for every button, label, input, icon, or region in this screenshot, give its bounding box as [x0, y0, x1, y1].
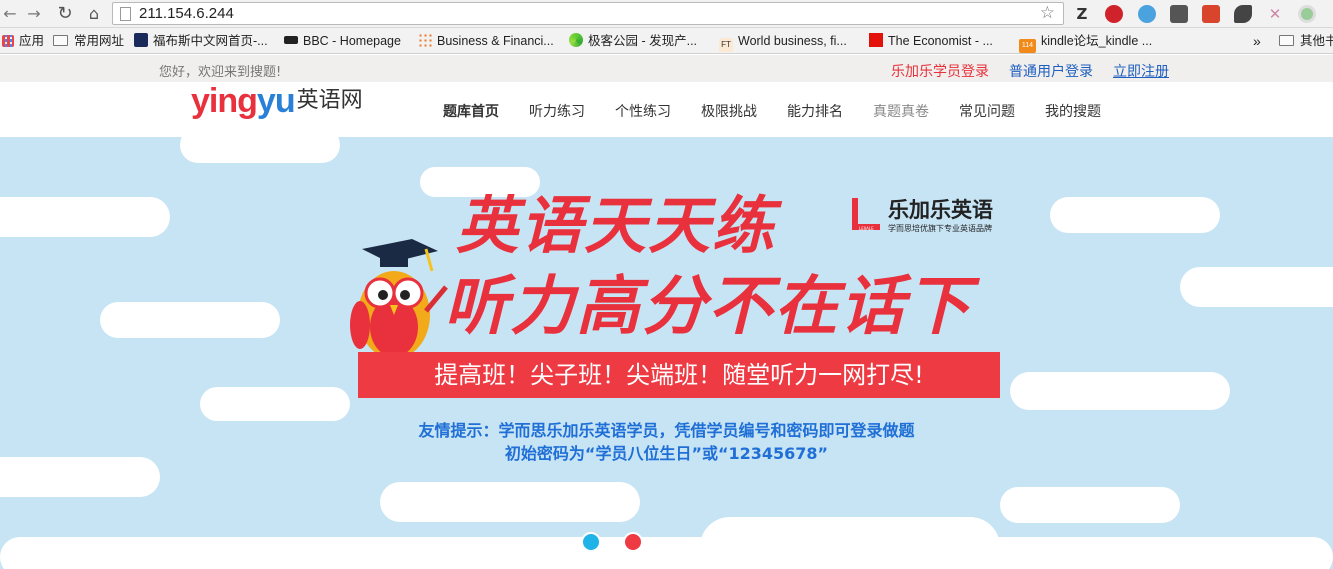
bookmark-label: The Economist - ... [888, 34, 993, 48]
nav-real-exams[interactable]: 真题真卷 [873, 101, 929, 121]
cloud-decoration [1050, 197, 1220, 233]
cloud-decoration [100, 302, 280, 338]
cloud-decoration [380, 482, 640, 522]
dots-icon [418, 33, 432, 47]
bookmark-bbc[interactable]: BBC - Homepage [284, 33, 401, 49]
adblock-icon[interactable] [1105, 5, 1123, 23]
cloud-decoration [1000, 487, 1180, 523]
folder-icon [53, 35, 68, 46]
owl-mascot-icon [350, 239, 448, 359]
banner-headline-2: 听力高分不在话下 [444, 270, 972, 344]
bookmark-label: 福布斯中文网首页-... [153, 34, 268, 48]
carousel-dot-1[interactable] [581, 532, 601, 552]
bookmarks-overflow-button[interactable]: » [1253, 33, 1261, 49]
bookmark-forbes[interactable]: 福布斯中文网首页-... [134, 33, 268, 49]
bookmark-folder-common[interactable]: 常用网址 [53, 33, 124, 49]
cloud-decoration [1010, 372, 1230, 410]
hero-banner[interactable]: 英语天天练 听力高分不在话下 乐加乐英语 学而思培优旗下专业英语品牌 LEJIA… [0, 137, 1333, 569]
reload-icon[interactable]: ↻ [55, 4, 75, 24]
economist-icon [869, 33, 883, 47]
brand-name: 乐加乐英语 [888, 198, 993, 222]
bookmark-label: kindle论坛_kindle ... [1041, 34, 1153, 48]
pen-extension-icon[interactable] [1234, 5, 1252, 23]
bookmark-ft[interactable]: FT World business, fi... [719, 33, 847, 52]
brand-subtitle: 学而思培优旗下专业英语品牌 [888, 224, 992, 233]
bookmark-economist[interactable]: The Economist - ... [869, 33, 993, 49]
ft-icon: FT [719, 38, 733, 52]
bookmark-label: World business, fi... [738, 34, 847, 48]
back-arrow-icon[interactable]: ← [0, 4, 20, 24]
cloud-decoration [180, 137, 340, 163]
logo-latin: yingyu [191, 82, 296, 120]
url-text[interactable]: 211.154.6.244 [139, 5, 234, 22]
page-icon [120, 7, 131, 21]
geekpark-icon [569, 33, 583, 47]
site-header: yingyu英语网 题库首页 听力练习 个性练习 极限挑战 能力排名 真题真卷 … [0, 82, 1333, 137]
bookmark-label: 常用网址 [74, 34, 125, 48]
bookmark-business[interactable]: Business & Financi... [418, 33, 554, 49]
url-field[interactable]: 211.154.6.244 ☆ [112, 2, 1064, 25]
status-circle-icon[interactable] [1298, 5, 1316, 23]
nav-challenge[interactable]: 极限挑战 [701, 101, 757, 121]
brand-logo: 乐加乐英语 学而思培优旗下专业英语品牌 LEJIALE [850, 194, 1010, 238]
extension-z-icon[interactable]: Z [1073, 5, 1091, 23]
extension-plus-icon[interactable] [1202, 5, 1220, 23]
bookmark-folder-other[interactable]: 其他书 [1279, 33, 1333, 49]
forbes-icon [134, 33, 148, 47]
evernote-icon[interactable] [1170, 5, 1188, 23]
bookmark-geekpark[interactable]: 极客公园 - 发现产... [569, 33, 697, 49]
home-icon[interactable]: ⌂ [84, 4, 104, 24]
site-topbar: 您好，欢迎来到搜题! 乐加乐学员登录 普通用户登录 立即注册 [0, 55, 1333, 82]
scissors-icon[interactable]: ✕ [1266, 5, 1284, 23]
bookmark-label: BBC - Homepage [303, 34, 401, 48]
vimeo-extension-icon[interactable] [1138, 5, 1156, 23]
carousel-dot-2[interactable] [623, 532, 643, 552]
welcome-text: 您好，欢迎来到搜题! [159, 65, 282, 80]
bookmark-kindle[interactable]: 114 kindle论坛_kindle ... [1019, 33, 1153, 53]
nav-faq[interactable]: 常见问题 [959, 101, 1015, 121]
bookmark-label: 其他书 [1300, 34, 1333, 48]
nav-listening[interactable]: 听力练习 [529, 101, 585, 121]
bookmark-label: 应用 [19, 34, 45, 48]
cloud-decoration [0, 197, 170, 237]
folder-icon [1279, 35, 1294, 46]
banner-tip-line-2: 初始密码为“学员八位生日”或“12345678” [504, 444, 829, 463]
114-icon: 114 [1019, 39, 1036, 53]
cloud-decoration [200, 387, 350, 421]
nav-personal[interactable]: 个性练习 [615, 101, 671, 121]
bookmark-label: 极客公园 - 发现产... [588, 34, 698, 48]
cloud-decoration [1180, 267, 1333, 307]
site-logo[interactable]: yingyu英语网 [191, 82, 363, 126]
nav-home[interactable]: 题库首页 [443, 101, 499, 121]
nav-ranking[interactable]: 能力排名 [787, 101, 843, 121]
banner-headline-1: 英语天天练 [456, 189, 777, 262]
nav-my-search[interactable]: 我的搜题 [1045, 101, 1101, 121]
bookmark-star-icon[interactable]: ☆ [1040, 3, 1055, 23]
banner-ribbon: 提高班！尖子班！尖端班！随堂听力一网打尽! [358, 352, 1000, 398]
register-link[interactable]: 立即注册 [1113, 61, 1169, 81]
bookmark-apps[interactable]: 应用 [2, 33, 44, 49]
user-login-link[interactable]: 普通用户登录 [1009, 61, 1093, 81]
browser-toolbar: ← → ↻ ⌂ 211.154.6.244 ☆ Z ✕ [0, 0, 1333, 28]
bookmarks-bar: 应用 常用网址 福布斯中文网首页-... BBC - Homepage Busi… [0, 28, 1333, 54]
apps-grid-icon [2, 35, 14, 47]
student-login-link[interactable]: 乐加乐学员登录 [891, 61, 989, 81]
forward-arrow-icon[interactable]: → [24, 4, 44, 24]
bbc-icon [284, 36, 298, 44]
banner-tip-line-1: 友情提示：学而思乐加乐英语学员，凭借学员编号和密码即可登录做题 [418, 421, 915, 440]
logo-chinese: 英语网 [296, 88, 363, 113]
cloud-decoration [0, 537, 1333, 569]
brand-small-text: LEJIALE [859, 226, 874, 231]
bookmark-label: Business & Financi... [437, 34, 554, 48]
